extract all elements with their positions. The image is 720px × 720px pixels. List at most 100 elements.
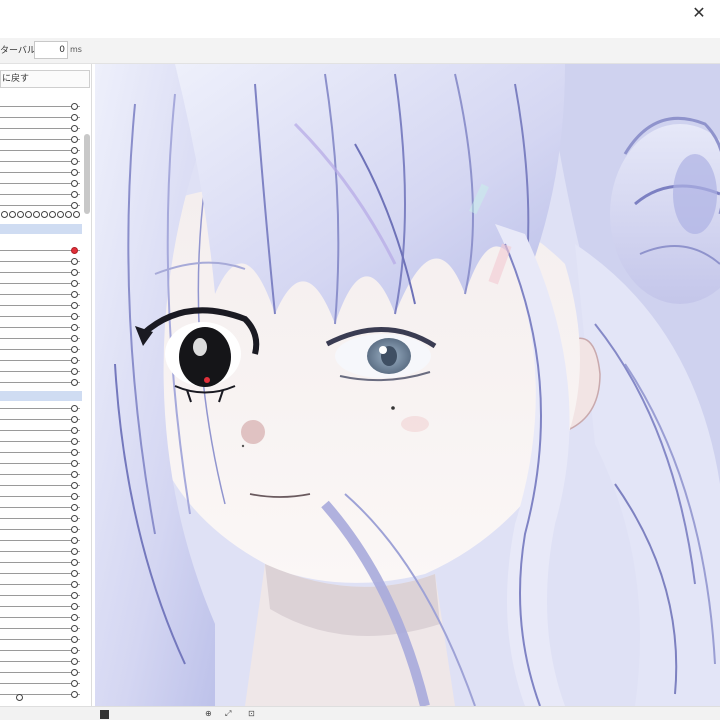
fit-icon[interactable]: ⊡ [248,709,255,718]
interval-input[interactable] [34,41,68,59]
slider-knob[interactable] [71,669,78,676]
parameter-slider[interactable] [0,492,82,501]
parameter-slider[interactable] [0,124,82,133]
slider-knob[interactable] [71,625,78,632]
keyform-dot[interactable] [49,211,56,218]
parameter-slider[interactable] [0,301,82,310]
parameter-slider[interactable] [0,290,82,299]
parameter-slider[interactable] [0,536,82,545]
parameter-slider[interactable] [0,470,82,479]
parameter-slider[interactable] [0,693,82,702]
slider-knob[interactable] [71,335,78,342]
slider-knob[interactable] [71,537,78,544]
slider-knob[interactable] [71,482,78,489]
slider-knob[interactable] [71,647,78,654]
parameter-slider[interactable] [0,312,82,321]
keyform-dot[interactable] [1,211,8,218]
parameter-slider[interactable] [0,179,82,188]
parameter-slider[interactable] [0,257,82,266]
parameter-slider[interactable] [0,334,82,343]
parameter-slider[interactable] [0,503,82,512]
slider-knob[interactable] [71,125,78,132]
slider-knob[interactable] [71,592,78,599]
slider-knob[interactable] [71,313,78,320]
panel-scrollbar[interactable] [84,134,90,214]
slider-knob[interactable] [71,614,78,621]
parameter-group-header[interactable] [0,224,82,234]
slider-knob[interactable] [71,280,78,287]
parameter-slider[interactable] [0,624,82,633]
parameter-slider[interactable] [0,146,82,155]
slider-knob[interactable] [71,147,78,154]
slider-knob[interactable] [71,158,78,165]
slider-knob[interactable] [71,438,78,445]
parameter-slider[interactable] [0,135,82,144]
fullscreen-icon[interactable]: ⤢ [225,709,231,719]
parameter-slider[interactable] [0,481,82,490]
reset-to-default-button[interactable]: に戻す [0,70,90,88]
parameter-slider[interactable] [0,459,82,468]
slider-knob[interactable] [71,191,78,198]
slider-knob[interactable] [71,405,78,412]
slider-knob[interactable] [71,559,78,566]
slider-knob[interactable] [71,357,78,364]
slider-knob[interactable] [71,269,78,276]
parameter-slider[interactable] [0,415,82,424]
parameter-slider[interactable] [0,404,82,413]
slider-knob[interactable] [71,346,78,353]
parameter-slider[interactable] [0,323,82,332]
parameter-slider[interactable] [0,668,82,677]
slider-knob[interactable] [71,291,78,298]
zoom-icon[interactable]: ⊕ [205,709,212,718]
parameter-slider[interactable] [0,356,82,365]
parameter-slider[interactable] [0,580,82,589]
parameter-slider[interactable] [0,514,82,523]
parameter-slider[interactable] [0,102,82,111]
parameter-slider[interactable] [0,378,82,387]
slider-knob[interactable] [71,324,78,331]
parameter-group-header[interactable] [0,391,82,401]
parameter-slider[interactable] [0,679,82,688]
slider-knob[interactable] [71,493,78,500]
keyform-dot[interactable] [17,211,24,218]
slider-knob[interactable] [71,526,78,533]
slider-knob[interactable] [71,247,78,254]
slider-knob[interactable] [71,658,78,665]
keyform-dot[interactable] [57,211,64,218]
parameter-slider[interactable] [0,246,82,255]
parameter-slider[interactable] [0,345,82,354]
parameter-slider[interactable] [0,168,82,177]
slider-knob[interactable] [71,471,78,478]
parameter-slider[interactable] [0,613,82,622]
parameter-slider[interactable] [0,426,82,435]
parameter-slider[interactable] [0,646,82,655]
parameter-slider[interactable] [0,547,82,556]
slider-knob[interactable] [71,416,78,423]
keyform-dot[interactable] [65,211,72,218]
slider-knob[interactable] [71,302,78,309]
slider-knob[interactable] [71,680,78,687]
parameter-slider[interactable] [0,437,82,446]
slider-knob[interactable] [71,114,78,121]
slider-knob[interactable] [71,258,78,265]
slider-knob[interactable] [71,202,78,209]
parameter-slider[interactable] [0,201,82,210]
slider-knob[interactable] [71,103,78,110]
keyform-dot[interactable] [33,211,40,218]
slider-knob[interactable] [71,515,78,522]
parameter-slider[interactable] [0,157,82,166]
parameter-slider[interactable] [0,569,82,578]
slider-knob[interactable] [71,427,78,434]
slider-knob[interactable] [71,460,78,467]
keyform-dot[interactable] [73,211,80,218]
parameter-slider[interactable] [0,558,82,567]
close-icon[interactable]: ✕ [686,2,712,26]
slider-knob[interactable] [16,694,23,701]
slider-knob[interactable] [71,636,78,643]
parameter-slider[interactable] [0,113,82,122]
keyform-dot[interactable] [41,211,48,218]
parameter-slider[interactable] [0,635,82,644]
slider-knob[interactable] [71,379,78,386]
canvas-viewport[interactable] [95,64,720,706]
parameter-slider[interactable] [0,602,82,611]
